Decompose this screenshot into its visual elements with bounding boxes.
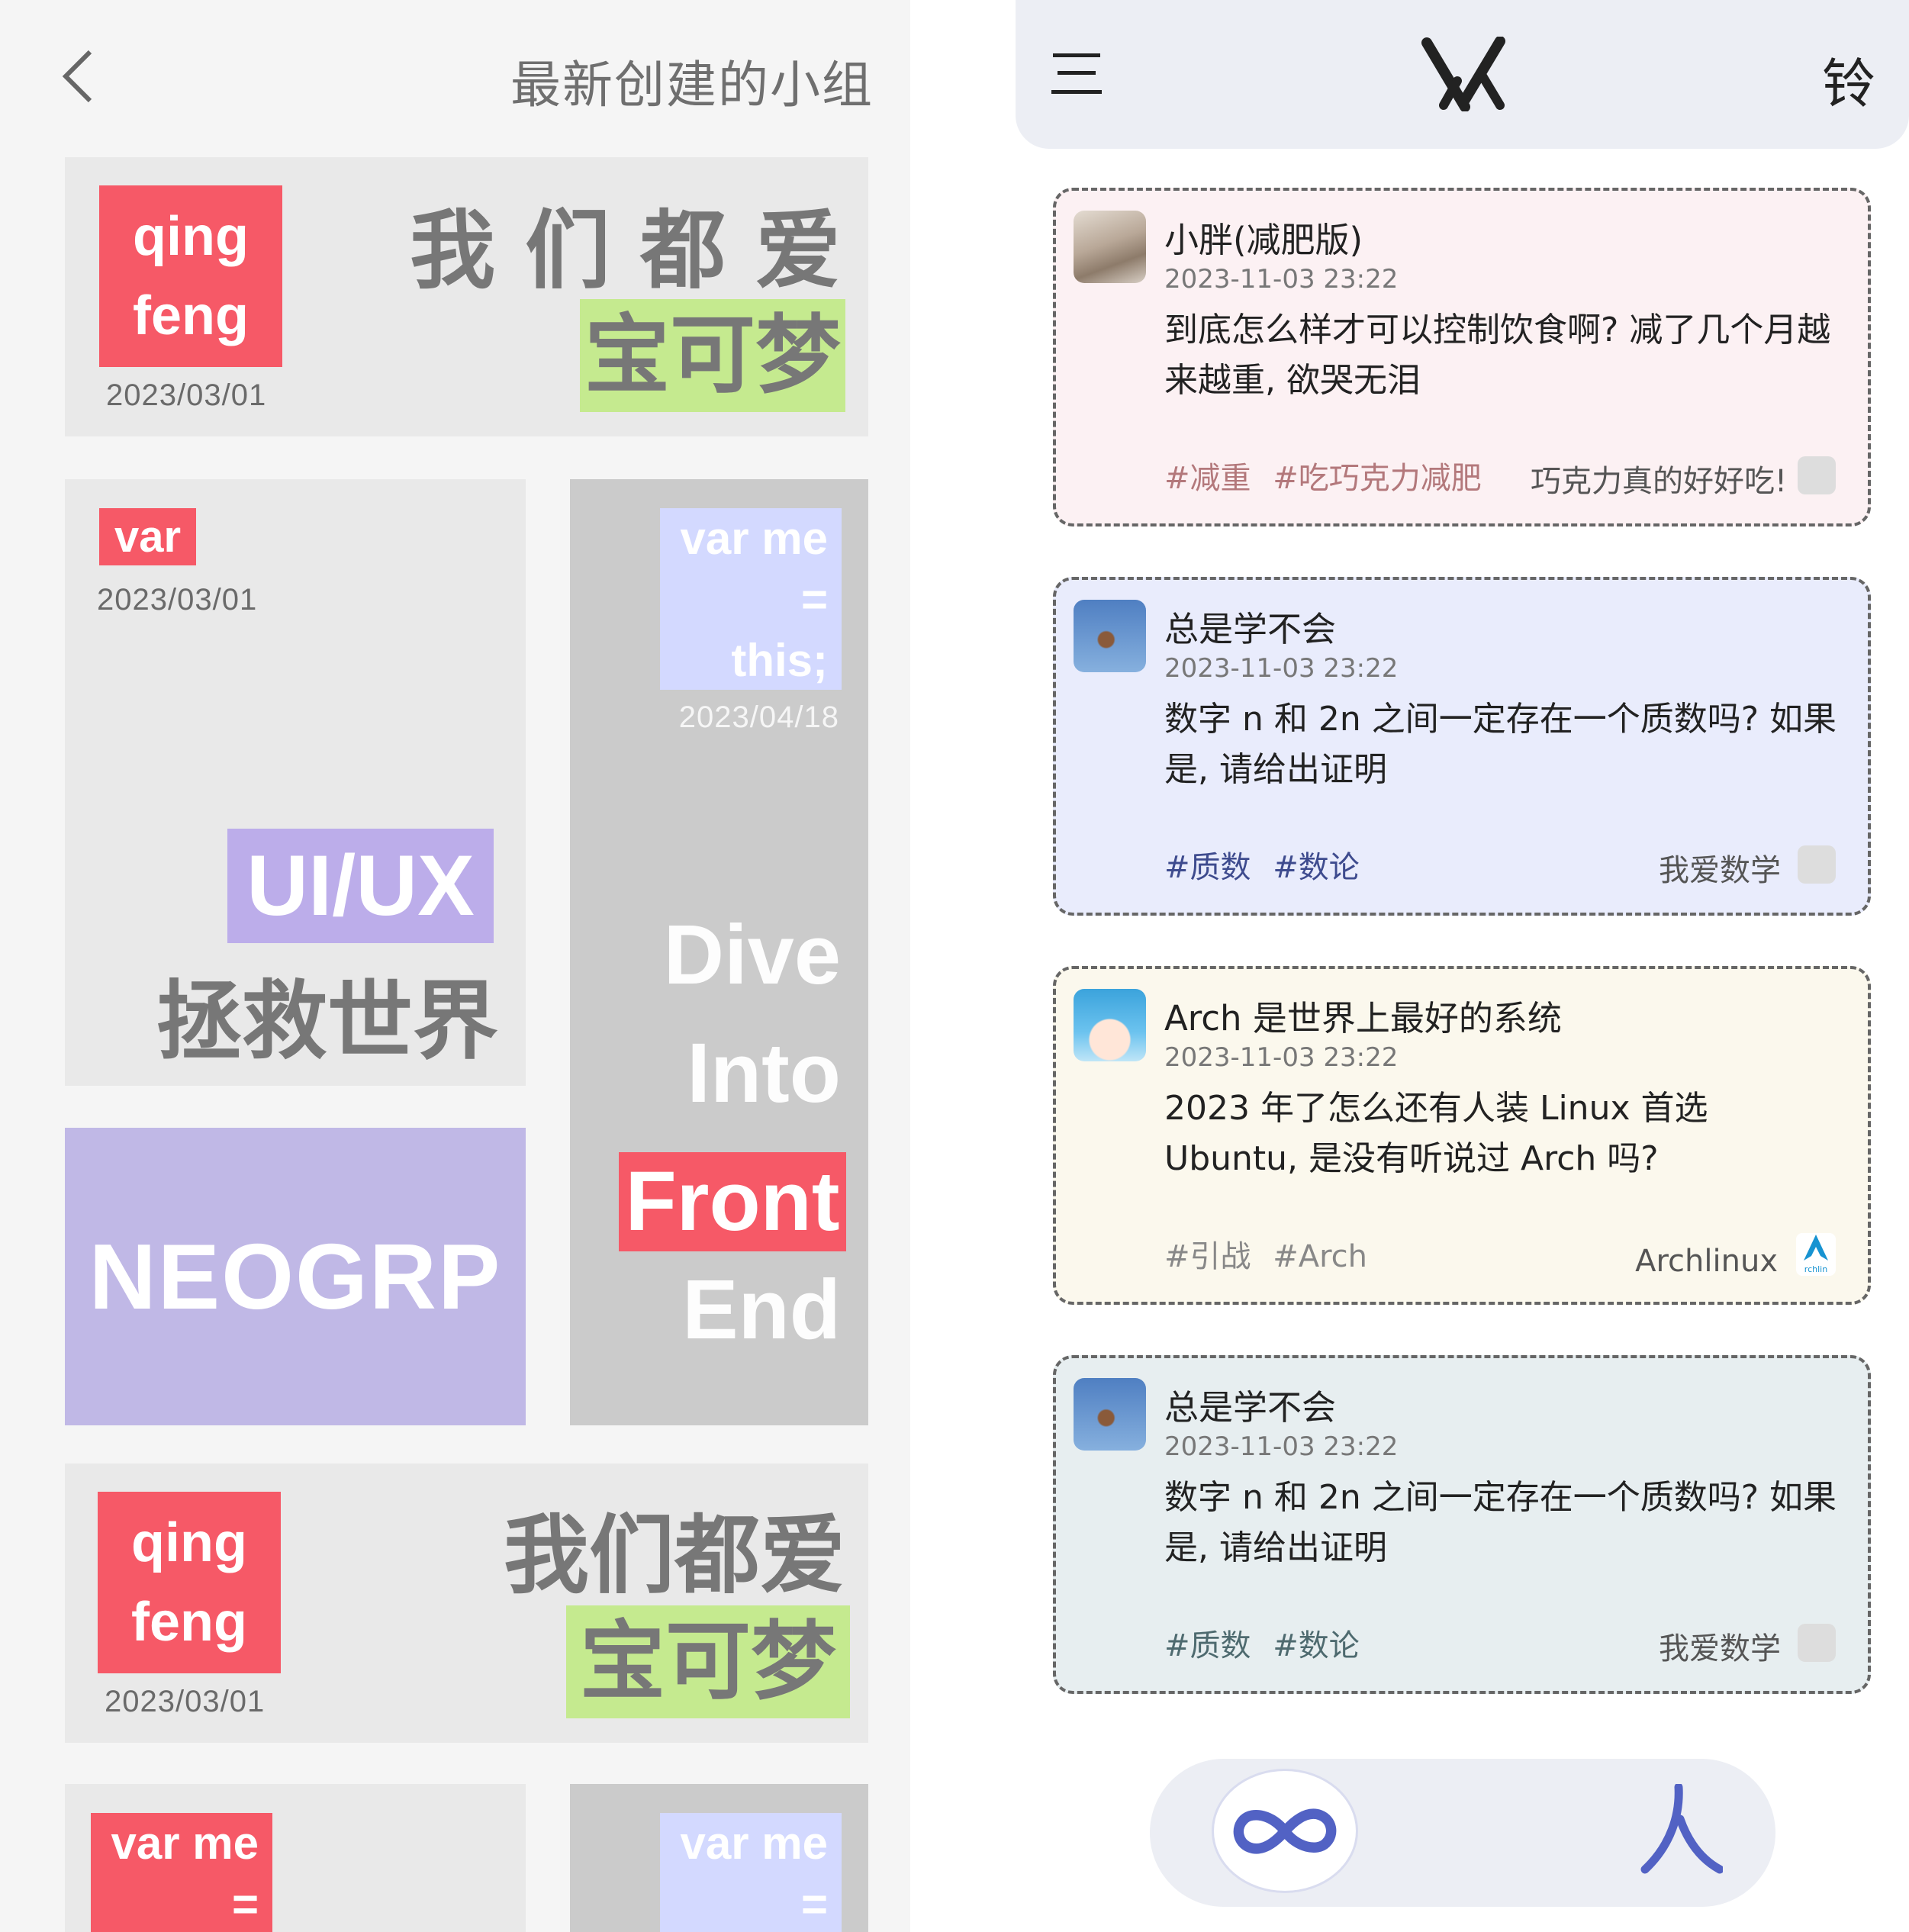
person-icon[interactable]: [1640, 1784, 1723, 1876]
post-tag[interactable]: #减重: [1164, 461, 1251, 496]
group-title: NEOGRP: [89, 1225, 502, 1328]
post-author[interactable]: 总是学不会: [1164, 1380, 1336, 1429]
post-group[interactable]: 我爱数学: [1659, 1624, 1781, 1668]
group-card-qingfeng[interactable]: qing feng 2023/03/01 我们都爱 宝可梦: [65, 1463, 868, 1743]
post-time: 2023-11-03 23:22: [1164, 1431, 1399, 1462]
post-author[interactable]: 小胖(减肥版): [1164, 212, 1363, 262]
post-text[interactable]: 2023 年了怎么还有人装 Linux 首选 Ubuntu, 是没有听说过 Ar…: [1164, 1084, 1851, 1184]
group-icon[interactable]: [1798, 456, 1836, 494]
post-tag[interactable]: #Arch: [1273, 1239, 1367, 1274]
menu-icon[interactable]: [1051, 50, 1102, 96]
group-title: 拯救世界: [156, 972, 498, 1071]
post-tag[interactable]: #引战: [1164, 1239, 1251, 1274]
group-title: 我 们 都 爱: [410, 201, 841, 301]
post-card[interactable]: 总是学不会 2023-11-03 23:22 数字 n 和 2n 之间一定存在一…: [1053, 1355, 1871, 1694]
group-date: 2023/03/01: [105, 1685, 266, 1718]
group-highlight: Front: [619, 1152, 846, 1251]
avatar[interactable]: [1074, 989, 1146, 1061]
group-card-qingfeng[interactable]: qing feng 2023/03/01 我 们 都 爱 宝可梦: [65, 157, 868, 436]
group-title-line: Dive: [663, 908, 841, 1002]
post-text[interactable]: 数字 n 和 2n 之间一定存在一个质数吗? 如果是, 请给出证明: [1164, 694, 1851, 795]
group-card-var[interactable]: var 2023/03/01 UI/UX 拯救世界: [65, 479, 526, 1086]
avatar[interactable]: [1074, 211, 1146, 283]
group-tag: qing feng: [98, 1492, 281, 1673]
post-group[interactable]: 我爱数学: [1659, 845, 1781, 890]
group-tag: qing feng: [99, 185, 282, 367]
bell-icon[interactable]: 铃: [1822, 41, 1875, 118]
post-time: 2023-11-03 23:22: [1164, 653, 1399, 684]
group-icon[interactable]: [1798, 845, 1836, 884]
archlinux-icon-text: rchlin: [1804, 1264, 1828, 1274]
archlinux-icon[interactable]: rchlin: [1796, 1233, 1836, 1276]
groups-panel: 最新创建的小组 qing feng 2023/03/01 我 们 都 爱 宝可梦…: [0, 0, 910, 1932]
post-card[interactable]: 小胖(减肥版) 2023-11-03 23:22 到底怎么样才可以控制饮食啊? …: [1053, 188, 1871, 526]
group-date: 2023/03/01: [106, 378, 267, 412]
post-text[interactable]: 数字 n 和 2n 之间一定存在一个质数吗? 如果是, 请给出证明: [1164, 1473, 1851, 1573]
group-title: 我们都爱: [504, 1506, 845, 1605]
group-icon[interactable]: [1798, 1624, 1836, 1662]
group-card-neogrp[interactable]: NEOGRP: [65, 1128, 526, 1425]
group-card-varme-partial[interactable]: var me =: [65, 1784, 526, 1932]
post-card[interactable]: Arch 是世界上最好的系统 2023-11-03 23:22 2023 年了怎…: [1053, 966, 1871, 1305]
post-author[interactable]: Arch 是世界上最好的系统: [1164, 990, 1562, 1040]
infinity-icon: [1233, 1808, 1337, 1854]
group-title-line: End: [682, 1263, 841, 1357]
post-time: 2023-11-03 23:22: [1164, 264, 1399, 295]
post-group[interactable]: 巧克力真的好好吃!: [1531, 456, 1787, 501]
post-card[interactable]: 总是学不会 2023-11-03 23:22 数字 n 和 2n 之间一定存在一…: [1053, 577, 1871, 916]
avatar[interactable]: [1074, 1378, 1146, 1451]
post-tag[interactable]: #质数: [1164, 1628, 1251, 1663]
logo-icon[interactable]: [1421, 37, 1506, 111]
post-author[interactable]: 总是学不会: [1164, 601, 1336, 651]
group-tag: var me = this;: [660, 508, 842, 690]
post-tag[interactable]: #质数: [1164, 850, 1251, 885]
group-highlight: 宝可梦: [566, 1605, 850, 1718]
group-card-varme-partial[interactable]: var me =: [570, 1784, 868, 1932]
group-highlight: UI/UX: [227, 829, 494, 943]
nav-home[interactable]: [1212, 1769, 1358, 1893]
post-group[interactable]: Archlinux: [1635, 1244, 1778, 1279]
group-date: 2023/03/01: [97, 583, 258, 617]
post-tags: #减重 #吃巧克力减肥: [1164, 453, 1494, 497]
post-tag[interactable]: #数论: [1273, 850, 1360, 885]
post-tag[interactable]: #数论: [1273, 1628, 1360, 1663]
group-tag: var me =: [660, 1813, 842, 1932]
page-title: 最新创建的小组: [510, 56, 874, 114]
group-title-line: Into: [687, 1026, 841, 1120]
group-tag: var me =: [91, 1813, 272, 1932]
post-tag[interactable]: #吃巧克力减肥: [1273, 461, 1482, 496]
back-arrow-icon[interactable]: [60, 47, 96, 105]
post-text[interactable]: 到底怎么样才可以控制饮食啊? 减了几个月越来越重, 欲哭无泪: [1164, 305, 1851, 406]
avatar[interactable]: [1074, 600, 1146, 672]
group-highlight: 宝可梦: [580, 299, 845, 412]
group-tag: var: [99, 508, 196, 565]
post-time: 2023-11-03 23:22: [1164, 1042, 1399, 1073]
post-tags: #质数 #数论: [1164, 842, 1372, 887]
group-card-varme[interactable]: var me = this; 2023/04/18 Dive Into Fron…: [570, 479, 868, 1425]
group-date: 2023/04/18: [678, 700, 839, 734]
post-tags: #引战 #Arch: [1164, 1232, 1379, 1276]
post-tags: #质数 #数论: [1164, 1621, 1372, 1665]
